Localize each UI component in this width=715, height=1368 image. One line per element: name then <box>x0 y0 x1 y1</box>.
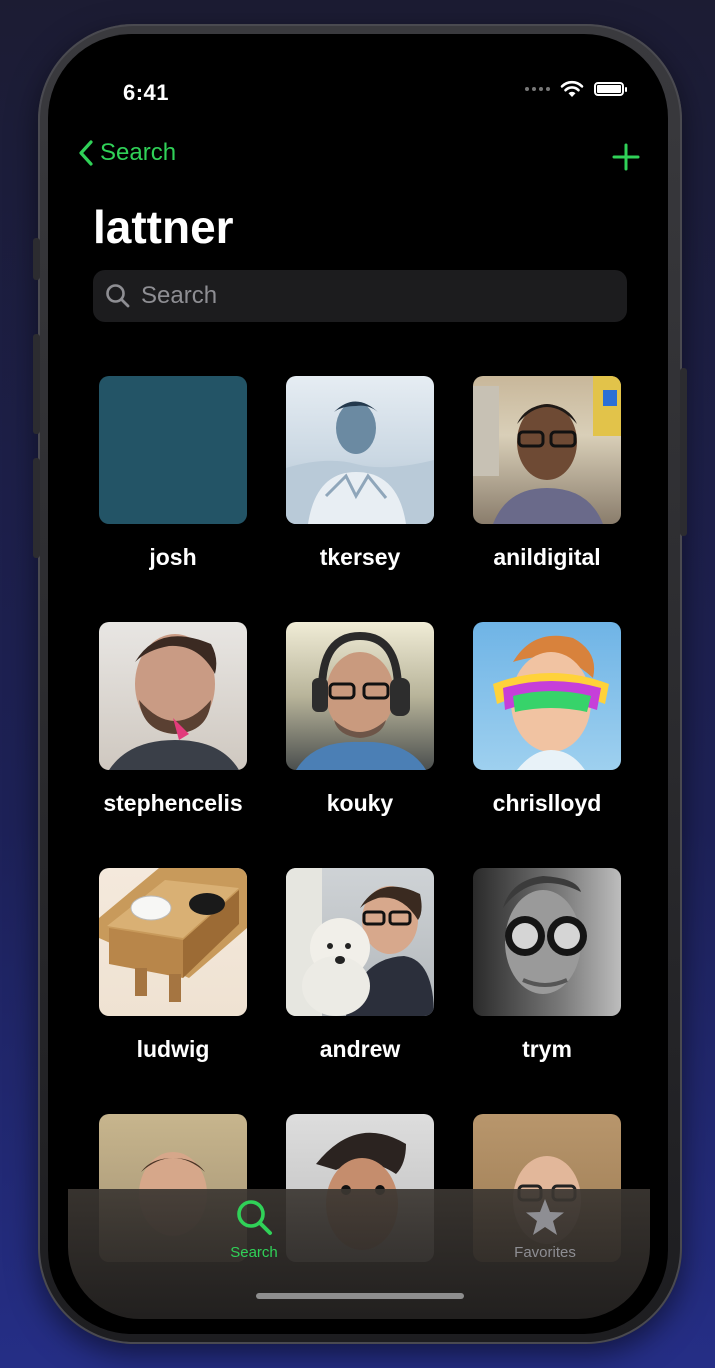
search-icon <box>105 283 131 309</box>
signal-dots-icon <box>525 87 550 91</box>
user-cell-ludwig[interactable]: ludwig <box>99 868 247 1063</box>
battery-icon <box>594 82 627 96</box>
user-name: tkersey <box>319 544 401 570</box>
user-name: chrislloyd <box>492 790 602 816</box>
user-cell-andrew[interactable]: andrew <box>286 868 434 1063</box>
user-cell-anildigital[interactable]: anildigital <box>473 376 621 571</box>
home-indicator <box>256 1293 464 1299</box>
back-button[interactable]: Search <box>78 139 176 167</box>
magnifier-icon <box>237 1200 272 1235</box>
user-cell-josh[interactable]: josh <box>99 376 247 571</box>
back-label: Search <box>100 139 177 166</box>
user-cell-tkersey[interactable]: tkersey <box>286 376 434 571</box>
star-icon <box>526 1199 564 1235</box>
page-title: lattner <box>93 201 234 253</box>
status-icons <box>525 80 627 98</box>
side-button-mute <box>33 238 40 280</box>
side-button-volume-down <box>33 458 40 558</box>
screen: 6:41 Search lattner Search josh tkersey … <box>48 34 668 1334</box>
tab-label: Favorites <box>514 1244 576 1261</box>
user-name: trym <box>522 1036 572 1062</box>
plus-icon <box>612 143 640 171</box>
user-name: ludwig <box>136 1036 210 1062</box>
tab-label: Search <box>230 1244 278 1261</box>
avatar <box>99 376 247 524</box>
chevron-left-icon <box>79 140 93 166</box>
add-button[interactable] <box>612 143 640 176</box>
status-time: 6:41 <box>123 80 170 105</box>
avatar <box>286 868 434 1016</box>
navigation-bar: Search <box>78 139 640 183</box>
side-button-volume-up <box>33 334 40 434</box>
avatar <box>99 868 247 1016</box>
user-cell-stephencelis[interactable]: stephencelis <box>99 622 247 817</box>
avatar <box>473 376 621 524</box>
search-bar[interactable] <box>93 270 627 322</box>
user-name: josh <box>149 544 197 570</box>
side-button-power <box>680 368 687 536</box>
avatar <box>286 622 434 770</box>
status-bar: 6:41 <box>48 34 668 144</box>
avatar <box>473 868 621 1016</box>
user-name: anildigital <box>493 544 601 570</box>
tab-favorites[interactable]: Favorites <box>485 1197 605 1261</box>
avatar <box>286 376 434 524</box>
user-name: kouky <box>326 790 394 816</box>
tab-bar: Search Favorites <box>68 1189 650 1319</box>
wifi-icon <box>560 80 584 97</box>
user-cell-kouky[interactable]: kouky <box>286 622 434 817</box>
user-cell-chrislloyd[interactable]: chrislloyd <box>473 622 621 817</box>
search-input[interactable] <box>139 281 603 311</box>
tab-search[interactable]: Search <box>194 1197 314 1261</box>
avatar <box>99 622 247 770</box>
user-cell-trym[interactable]: trym <box>473 868 621 1063</box>
user-name: stephencelis <box>103 790 243 816</box>
avatar <box>473 622 621 770</box>
user-name: andrew <box>319 1036 401 1062</box>
